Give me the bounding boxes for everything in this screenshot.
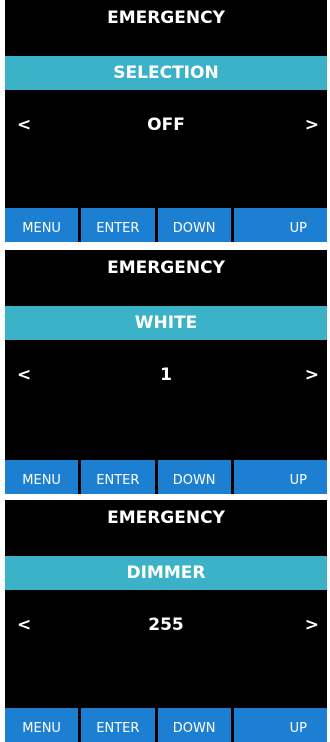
value-text: OFF (147, 115, 185, 135)
value-text: 1 (160, 365, 172, 385)
screen-title: EMERGENCY (107, 508, 225, 528)
down-button[interactable]: DOWN (157, 460, 231, 494)
screen-title: EMERGENCY (107, 8, 225, 28)
right-arrow-icon[interactable]: > (305, 115, 319, 135)
down-button[interactable]: DOWN (157, 208, 231, 242)
up-button[interactable]: UP (233, 708, 327, 742)
screen-dimmer: EMERGENCY DIMMER < 255 > MENU ENTER DOWN… (5, 500, 327, 742)
value-text: 255 (148, 615, 184, 635)
screen-title: EMERGENCY (107, 258, 225, 278)
menu-band-selection: SELECTION (5, 56, 327, 90)
enter-button[interactable]: ENTER (81, 460, 155, 494)
menu-band-dimmer: DIMMER (5, 556, 327, 590)
screen-selection: EMERGENCY SELECTION < OFF > MENU ENTER D… (5, 0, 327, 242)
menu-button[interactable]: MENU (5, 460, 79, 494)
button-bar: MENU ENTER DOWN UP (5, 460, 327, 494)
up-button[interactable]: UP (233, 460, 327, 494)
enter-button[interactable]: ENTER (81, 708, 155, 742)
button-bar: MENU ENTER DOWN UP (5, 208, 327, 242)
button-bar: MENU ENTER DOWN UP (5, 708, 327, 742)
right-arrow-icon[interactable]: > (305, 615, 319, 635)
menu-button[interactable]: MENU (5, 208, 79, 242)
value-row: < 1 > (5, 365, 327, 389)
right-arrow-icon[interactable]: > (305, 365, 319, 385)
up-button[interactable]: UP (233, 208, 327, 242)
screen-white: EMERGENCY WHITE < 1 > MENU ENTER DOWN UP (5, 250, 327, 494)
menu-button[interactable]: MENU (5, 708, 79, 742)
enter-button[interactable]: ENTER (81, 208, 155, 242)
menu-band-white: WHITE (5, 306, 327, 340)
value-row: < OFF > (5, 115, 327, 139)
value-row: < 255 > (5, 615, 327, 639)
down-button[interactable]: DOWN (157, 708, 231, 742)
